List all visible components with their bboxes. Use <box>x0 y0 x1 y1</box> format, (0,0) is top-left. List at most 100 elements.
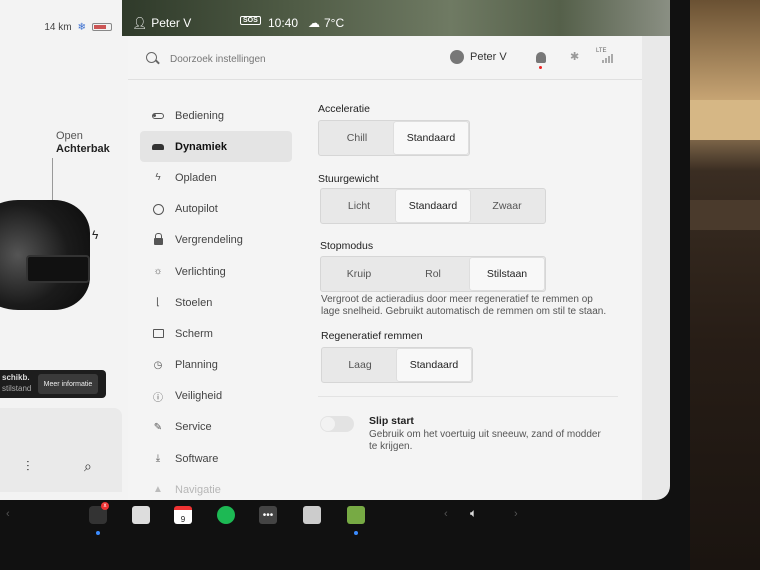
more-info-button[interactable]: Meer informatie <box>38 374 98 394</box>
search-input[interactable] <box>170 50 370 68</box>
bell-icon[interactable] <box>536 52 546 63</box>
lock-icon <box>153 233 163 246</box>
user-profile[interactable]: 👤︎ Peter V <box>132 16 191 30</box>
option-licht[interactable]: Licht <box>322 190 396 222</box>
manual-icon[interactable] <box>303 506 321 524</box>
menu-item-label: Verlichting <box>175 265 226 278</box>
regen-label: Regeneratief remmen <box>321 330 423 342</box>
avatar[interactable] <box>450 50 464 64</box>
more-apps-icon[interactable]: ••• <box>259 506 277 524</box>
settings-menu: Bediening Dynamiek ϟ Opladen Autopilot V… <box>140 100 292 500</box>
menu-item-label: Veiligheid <box>175 390 223 403</box>
menu-item-label: Stoelen <box>175 296 213 309</box>
option-standaard[interactable]: Standaard <box>397 349 471 381</box>
notification-subtitle: stilstand <box>2 384 32 393</box>
sliders-icon[interactable]: ⫶ <box>26 458 30 475</box>
menu-item-label: Planning <box>175 359 218 372</box>
option-standaard[interactable]: Standaard <box>394 122 468 154</box>
active-app-dot <box>96 531 100 535</box>
settings-panel: Peter V ✱ LTE Bediening Dynamiek ϟ Oplad… <box>128 36 642 500</box>
cloud-icon: ☁ <box>308 16 320 30</box>
option-standaard[interactable]: Standaard <box>396 190 470 222</box>
spotify-icon[interactable] <box>217 506 235 524</box>
chevron-left-icon[interactable]: ‹ <box>6 508 10 520</box>
search-icon <box>146 52 157 63</box>
header-user-name[interactable]: Peter V <box>470 51 507 63</box>
acceleration-label: Acceleratie <box>318 103 370 115</box>
navigation-icon: ▲ <box>153 484 163 496</box>
games-icon[interactable] <box>347 506 365 524</box>
option-zwaar[interactable]: Zwaar <box>470 190 544 222</box>
car-panel: 14 km ❄ Open Achterbak ϟ schikb. stilsta… <box>0 0 128 500</box>
option-rol[interactable]: Rol <box>396 258 470 290</box>
wrench-icon: ✎ <box>153 421 163 433</box>
menu-item-vergrendeling[interactable]: Vergrendeling <box>140 225 292 256</box>
menu-item-dynamiek[interactable]: Dynamiek <box>140 131 292 163</box>
range-text: 14 km <box>44 21 72 33</box>
volume-up-icon[interactable]: › <box>514 508 518 520</box>
status-user-name: Peter V <box>151 16 192 30</box>
trunk-button[interactable]: Open Achterbak <box>56 130 110 156</box>
sun-icon: ☼ <box>153 266 163 278</box>
bluetooth-icon[interactable]: ✱ <box>570 50 579 63</box>
menu-item-navigatie[interactable]: ▲ Navigatie <box>140 474 292 500</box>
clock: 10:40 <box>268 16 299 30</box>
menu-item-opladen[interactable]: ϟ Opladen <box>140 162 292 193</box>
media-app-icon[interactable] <box>132 506 150 524</box>
menu-item-stoelen[interactable]: ⌊ Stoelen <box>140 287 292 318</box>
menu-item-verlichting[interactable]: ☼ Verlichting <box>140 256 292 287</box>
menu-item-bediening[interactable]: Bediening <box>140 100 292 131</box>
car-door <box>26 255 90 283</box>
search-icon[interactable]: ⌕ <box>84 458 92 475</box>
menu-item-label: Vergrendeling <box>175 234 243 247</box>
menu-item-planning[interactable]: ◷ Planning <box>140 350 292 381</box>
divider <box>318 396 618 397</box>
menu-item-veiligheid[interactable]: ⓘ Veiligheid <box>140 381 292 412</box>
notification-badge: x <box>101 502 109 510</box>
info-icon: ⓘ <box>153 392 163 404</box>
menu-item-label: Software <box>175 452 219 465</box>
regen-selector: Laag Standaard <box>321 347 473 383</box>
menu-item-service[interactable]: ✎ Service <box>140 412 292 443</box>
signal-icon <box>602 54 616 63</box>
slip-start-toggle[interactable] <box>320 416 354 432</box>
notification-title: schikb. <box>2 373 30 382</box>
settings-header: Peter V ✱ LTE <box>128 36 642 80</box>
volume-down-icon[interactable]: ‹ <box>444 508 448 520</box>
menu-item-label: Scherm <box>175 327 213 340</box>
menu-item-autopilot[interactable]: Autopilot <box>140 194 292 225</box>
option-laag[interactable]: Laag <box>323 349 397 381</box>
option-kruip[interactable]: Kruip <box>322 258 396 290</box>
clock-icon: ◷ <box>153 359 163 371</box>
sos-icon: SOS <box>240 16 261 25</box>
display-icon <box>152 329 164 339</box>
menu-item-software[interactable]: ⤓ Software <box>140 443 292 474</box>
user-icon: 👤︎ <box>132 16 148 30</box>
option-stilstaan[interactable]: Stilstaan <box>470 258 544 290</box>
sos-badge[interactable]: SOS <box>240 16 261 25</box>
slip-start-description-line1: Gebruik om het voertuig uit sneeuw, zand… <box>369 429 601 440</box>
battery-icon <box>92 23 112 31</box>
dashboard-trim <box>690 200 760 230</box>
car-status-row: 14 km ❄ <box>0 16 120 38</box>
steering-selector: Licht Standaard Zwaar <box>320 188 546 224</box>
acceleration-selector: Chill Standaard <box>318 120 470 156</box>
touchscreen: 14 km ❄ Open Achterbak ϟ schikb. stilsta… <box>0 0 670 500</box>
option-chill[interactable]: Chill <box>320 122 394 154</box>
menu-item-label: Bediening <box>175 109 224 122</box>
menu-item-scherm[interactable]: Scherm <box>140 318 292 349</box>
steering-label: Stuurgewicht <box>318 173 379 185</box>
stop-mode-description-line2: lage snelheid. Gebruikt automatisch de r… <box>321 306 607 317</box>
trunk-state: Open <box>56 130 83 142</box>
charge-bolt-icon: ϟ <box>92 228 99 242</box>
quick-controls: ⫶ ⌕ <box>0 408 122 492</box>
active-app-dot <box>354 531 358 535</box>
slip-start-description-line2: te krijgen. <box>369 441 413 452</box>
trunk-label: Achterbak <box>56 143 110 155</box>
stop-mode-description-line1: Vergroot de actieradius door meer regene… <box>321 294 593 305</box>
stop-mode-label: Stopmodus <box>320 240 374 252</box>
volume-icon[interactable]: 🔈︎ <box>470 506 477 521</box>
notification-dot <box>539 66 542 69</box>
calendar-icon[interactable]: 9 <box>174 506 192 524</box>
weather: ☁ 7°C <box>308 16 344 30</box>
